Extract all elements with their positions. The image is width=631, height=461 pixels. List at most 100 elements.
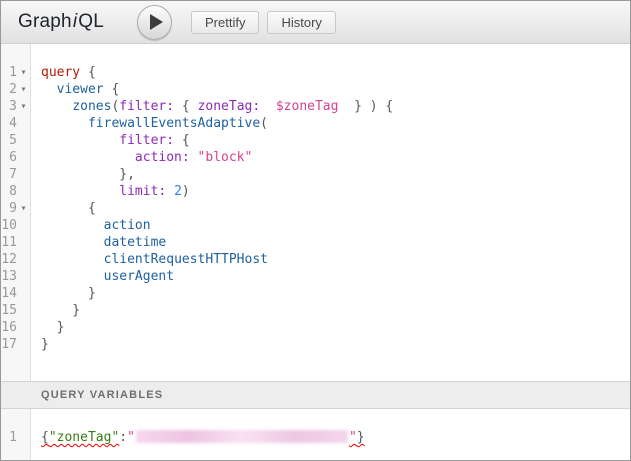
code-token xyxy=(41,99,72,114)
code-line: }, xyxy=(41,166,630,183)
fold-arrow-icon[interactable]: ▾ xyxy=(17,200,30,217)
code-token: { xyxy=(174,99,197,114)
fold-arrow-icon[interactable]: ▾ xyxy=(17,64,30,81)
code-token: { xyxy=(104,82,120,97)
fold-spacer xyxy=(17,285,30,302)
code-token xyxy=(41,201,88,216)
query-editor-gutter: 1▾2▾3▾456789▾1011121314151617 xyxy=(1,44,31,381)
code-token xyxy=(41,235,104,250)
fold-spacer xyxy=(17,217,30,234)
graphiql-window: GraphiQL Prettify History 1▾2▾3▾456789▾1… xyxy=(0,0,631,461)
code-token xyxy=(41,116,88,131)
gutter-row: 9▾ xyxy=(1,200,30,217)
fold-spacer xyxy=(17,183,30,200)
code-token xyxy=(190,150,198,165)
line-number: 5 xyxy=(1,132,17,149)
code-line: {"zoneTag":""} xyxy=(41,429,630,446)
code-token xyxy=(166,184,174,199)
code-token xyxy=(41,167,119,182)
code-token: { xyxy=(174,133,190,148)
code-token xyxy=(41,133,119,148)
line-number: 12 xyxy=(1,251,17,268)
code-token: { xyxy=(80,65,96,80)
code-token xyxy=(260,99,276,114)
fold-arrow-icon[interactable]: ▾ xyxy=(17,81,30,98)
fold-spacer xyxy=(17,251,30,268)
code-token: " xyxy=(127,430,135,445)
execute-query-button[interactable] xyxy=(137,5,172,40)
code-line: userAgent xyxy=(41,268,630,285)
code-line: } xyxy=(41,336,630,353)
code-line: { xyxy=(41,200,630,217)
fold-spacer xyxy=(17,302,30,319)
variables-editor-gutter: 1 xyxy=(1,409,31,460)
line-number: 10 xyxy=(1,217,17,234)
code-line: action: "block" xyxy=(41,149,630,166)
history-button[interactable]: History xyxy=(267,11,335,34)
gutter-row: 11 xyxy=(1,234,30,251)
code-token: zoneTag: xyxy=(198,99,261,114)
variables-editor-code[interactable]: {"zoneTag":""} xyxy=(31,409,630,460)
code-token: "zoneTag" xyxy=(49,430,119,445)
line-number: 14 xyxy=(1,285,17,302)
code-token: zones xyxy=(72,99,111,114)
fold-arrow-icon[interactable]: ▾ xyxy=(17,98,30,115)
line-number: 15 xyxy=(1,302,17,319)
query-editor-code[interactable]: query { viewer { zones(filter: { zoneTag… xyxy=(31,44,630,381)
code-token: $zoneTag xyxy=(276,99,339,114)
code-token: "block" xyxy=(198,150,253,165)
line-number: 6 xyxy=(1,149,17,166)
code-line: action xyxy=(41,217,630,234)
gutter-row: 6 xyxy=(1,149,30,166)
line-number: 7 xyxy=(1,166,17,183)
gutter-row: 17 xyxy=(1,336,30,353)
code-token: } xyxy=(41,286,96,301)
code-token: } xyxy=(41,320,64,335)
line-number: 17 xyxy=(1,336,17,353)
code-line: clientRequestHTTPHost xyxy=(41,251,630,268)
variables-editor[interactable]: 1 {"zoneTag":""} xyxy=(1,409,630,460)
code-line: } xyxy=(41,319,630,336)
code-token: 2 xyxy=(174,184,182,199)
code-token: } xyxy=(41,337,49,352)
fold-spacer xyxy=(17,115,30,132)
code-token: viewer xyxy=(57,82,104,97)
query-variables-title: QUERY VARIABLES xyxy=(41,389,163,401)
code-line: filter: { xyxy=(41,132,630,149)
query-variables-header[interactable]: QUERY VARIABLES xyxy=(1,381,630,409)
code-token: firewallEventsAdaptive xyxy=(88,116,260,131)
line-number: 8 xyxy=(1,183,17,200)
fold-spacer xyxy=(17,319,30,336)
code-token xyxy=(41,184,119,199)
code-token: action: xyxy=(135,150,190,165)
gutter-row: 1 xyxy=(1,429,30,446)
code-token: limit: xyxy=(119,184,166,199)
toolbar: GraphiQL Prettify History xyxy=(1,1,630,44)
line-number: 16 xyxy=(1,319,17,336)
graphiql-logo: GraphiQL xyxy=(18,11,104,33)
gutter-row: 16 xyxy=(1,319,30,336)
gutter-row: 13 xyxy=(1,268,30,285)
code-token: } xyxy=(41,303,80,318)
gutter-row: 15 xyxy=(1,302,30,319)
code-token xyxy=(41,218,104,233)
code-token: ) xyxy=(182,184,190,199)
code-token: } xyxy=(357,430,365,445)
code-line: firewallEventsAdaptive( xyxy=(41,115,630,132)
gutter-row: 14 xyxy=(1,285,30,302)
query-editor[interactable]: 1▾2▾3▾456789▾1011121314151617 query { vi… xyxy=(1,44,630,381)
code-token xyxy=(41,82,57,97)
code-line: viewer { xyxy=(41,81,630,98)
code-token: }, xyxy=(119,167,135,182)
fold-spacer xyxy=(17,429,30,446)
code-token: userAgent xyxy=(104,269,174,284)
code-token: datetime xyxy=(104,235,167,250)
code-line: zones(filter: { zoneTag: $zoneTag } ) { xyxy=(41,98,630,115)
prettify-button[interactable]: Prettify xyxy=(191,11,259,34)
code-token: ( xyxy=(260,116,268,131)
line-number: 3 xyxy=(1,98,17,115)
code-line: datetime xyxy=(41,234,630,251)
redacted-value xyxy=(136,430,348,443)
code-line: limit: 2) xyxy=(41,183,630,200)
gutter-row: 3▾ xyxy=(1,98,30,115)
